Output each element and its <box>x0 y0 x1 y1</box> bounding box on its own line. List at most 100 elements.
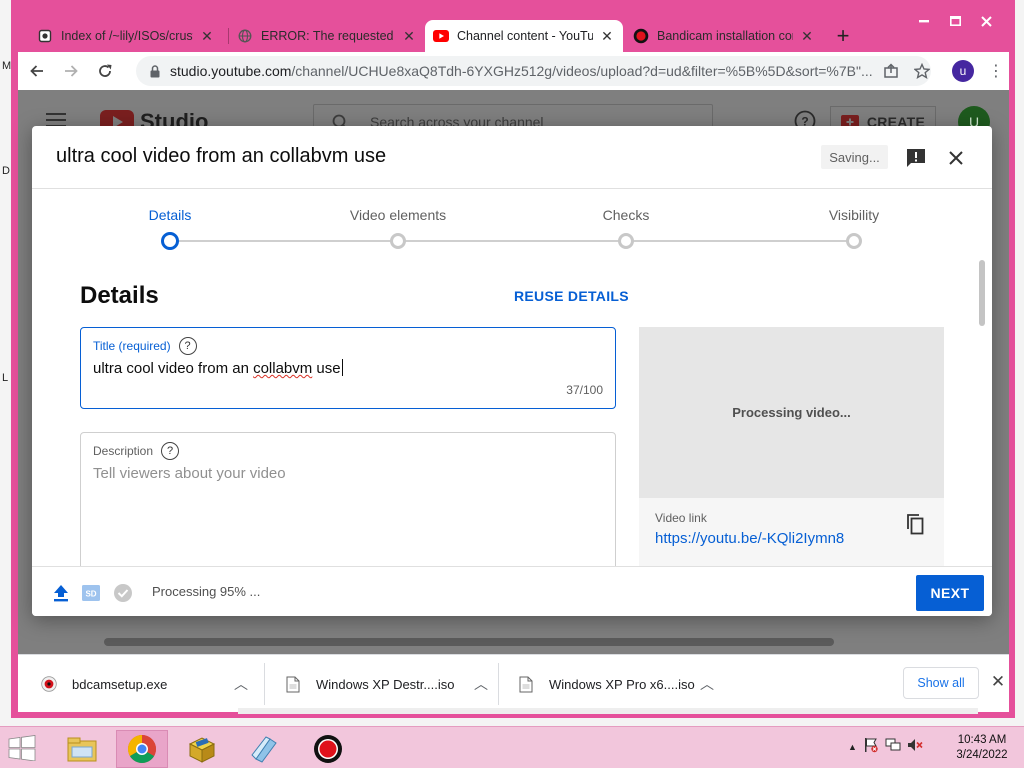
step-dot-video-elements[interactable] <box>390 233 406 249</box>
desktop-icon-label-fragment: L <box>2 372 9 384</box>
file-icon <box>517 675 535 693</box>
saving-status-badge: Saving... <box>821 145 888 169</box>
next-button[interactable]: NEXT <box>916 575 984 611</box>
download-filename: Windows XP Destr....iso <box>316 676 455 692</box>
preview-status: Processing video... <box>732 405 851 420</box>
tab-bandicam-installation[interactable]: Bandicam installation com ✕ <box>625 20 823 52</box>
upload-dialog: ultra cool video from an collabvm use Sa… <box>32 126 992 616</box>
download-filename: Windows XP Pro x6....iso <box>549 676 695 692</box>
download-item-bdcamsetup[interactable]: bdcamsetup.exe ︿ <box>40 655 254 713</box>
menu-kebab-icon[interactable]: ⋮ <box>986 59 1006 83</box>
chrome-taskbar-icon[interactable] <box>116 730 168 768</box>
network-icon[interactable] <box>885 737 901 756</box>
upload-icon <box>50 582 72 604</box>
bandicam-file-icon <box>40 675 58 693</box>
profile-avatar[interactable]: u <box>952 60 974 82</box>
step-checks[interactable]: Checks <box>603 207 650 223</box>
forward-button[interactable] <box>56 56 86 86</box>
tab-error-page[interactable]: ERROR: The requested UR ✕ <box>229 20 425 52</box>
help-icon[interactable]: ? <box>161 442 180 460</box>
title-value-start: ultra cool video from an <box>93 360 254 377</box>
reuse-details-button[interactable]: REUSE DETAILS <box>514 288 629 304</box>
dialog-header: ultra cool video from an collabvm use Sa… <box>32 126 992 189</box>
browser-toolbar: studio.youtube.com/channel/UCHUe8xaQ8Tdh… <box>18 52 1009 90</box>
step-dot-visibility[interactable] <box>846 233 862 249</box>
help-icon[interactable]: ? <box>178 337 197 355</box>
download-separator <box>498 663 499 705</box>
tab-index-of-isos[interactable]: Index of /~lily/ISOs/crust ✕ <box>29 20 223 52</box>
tab-channel-content[interactable]: Channel content - YouTub ✕ <box>425 20 623 52</box>
description-label-text: Description <box>93 444 154 458</box>
back-button[interactable] <box>22 56 52 86</box>
lock-icon <box>150 64 160 78</box>
chevron-up-icon[interactable]: ︿ <box>234 674 248 694</box>
text-cursor <box>341 359 343 376</box>
download-separator <box>264 663 265 705</box>
dialog-footer: SD Processing 95% ... NEXT <box>32 566 992 616</box>
step-video-elements[interactable]: Video elements <box>350 207 446 223</box>
address-bar[interactable]: studio.youtube.com/channel/UCHUe8xaQ8Tdh… <box>136 56 931 86</box>
volume-muted-icon[interactable] <box>907 737 923 756</box>
chevron-up-icon[interactable]: ︿ <box>700 674 714 694</box>
description-field[interactable]: Description ? Tell viewers about your vi… <box>80 432 616 566</box>
upload-stepper: Details Video elements Checks Visibility <box>32 190 992 260</box>
tab-label: Index of /~lily/ISOs/crust <box>61 29 193 43</box>
dialog-scrollbar[interactable] <box>979 260 985 326</box>
action-center-flag-icon[interactable] <box>863 737 879 756</box>
step-details[interactable]: Details <box>149 207 192 223</box>
bandicam-icon <box>633 28 649 44</box>
close-window-button[interactable] <box>971 10 1001 32</box>
tab-close-icon[interactable]: ✕ <box>799 28 815 44</box>
tray-expand-icon[interactable]: ▲ <box>848 742 857 752</box>
file-icon <box>284 675 302 693</box>
desktop-icon-label-fragment: M <box>2 60 12 72</box>
notepad-taskbar-icon[interactable] <box>238 730 290 768</box>
tab-close-icon[interactable]: ✕ <box>599 28 615 44</box>
taskbar-clock[interactable]: 10:43 AM 3/24/2022 <box>952 733 1012 763</box>
share-icon[interactable] <box>880 60 902 82</box>
bookmark-star-icon[interactable] <box>911 60 933 82</box>
video-link[interactable]: https://youtu.be/-KQli2Iymn8 <box>655 530 844 547</box>
download-item-xp-destr-iso[interactable]: Windows XP Destr....iso ︿ <box>284 655 498 713</box>
video-preview-area: Processing video... <box>639 327 944 498</box>
minimize-button[interactable] <box>909 10 939 32</box>
feedback-icon[interactable] <box>902 144 930 172</box>
step-dot-details[interactable] <box>161 232 179 250</box>
tab-close-icon[interactable]: ✕ <box>401 28 417 44</box>
new-tab-button[interactable]: + <box>831 23 855 48</box>
maximize-button[interactable] <box>940 10 970 32</box>
step-dot-checks[interactable] <box>618 233 634 249</box>
tab-close-icon[interactable]: ✕ <box>199 28 215 44</box>
description-placeholder: Tell viewers about your video <box>93 465 286 482</box>
windows-start-button[interactable] <box>8 735 38 762</box>
title-input[interactable]: ultra cool video from an collabvm use <box>93 359 343 377</box>
download-item-xp-pro-iso[interactable]: Windows XP Pro x6....iso ︿ <box>517 655 731 713</box>
system-tray: ▲ <box>848 737 923 756</box>
copy-icon[interactable] <box>903 512 927 536</box>
reload-button[interactable] <box>90 56 120 86</box>
title-field-label: Title (required) ? <box>93 337 197 355</box>
bandicam-taskbar-icon[interactable] <box>302 730 354 768</box>
installer-taskbar-icon[interactable] <box>176 730 228 768</box>
downloads-scroll-track <box>238 708 978 714</box>
dialog-title: ultra cool video from an collabvm use <box>56 145 387 167</box>
show-all-downloads-button[interactable]: Show all <box>903 667 979 699</box>
chevron-up-icon[interactable]: ︿ <box>474 674 488 694</box>
description-field-label: Description ? <box>93 442 180 460</box>
title-character-count: 37/100 <box>566 383 603 397</box>
title-field[interactable]: Title (required) ? ultra cool video from… <box>80 327 616 409</box>
stepper-track <box>178 240 856 242</box>
downloads-bar: bdcamsetup.exe ︿ Windows XP Destr....iso… <box>18 654 1009 712</box>
url-domain: studio.youtube.com <box>170 63 292 79</box>
page-horizontal-scrollbar[interactable] <box>104 638 834 646</box>
close-icon[interactable] <box>942 144 970 172</box>
browser-titlebar: Index of /~lily/ISOs/crust ✕ ERROR: The … <box>11 0 1015 52</box>
youtube-icon <box>433 28 449 44</box>
step-visibility[interactable]: Visibility <box>829 207 879 223</box>
clock-time: 10:43 AM <box>957 734 1007 746</box>
close-downloads-bar-icon[interactable]: ✕ <box>988 671 1008 693</box>
processing-status: Processing 95% ... <box>152 584 261 599</box>
checks-complete-icon <box>112 582 134 604</box>
desktop-icon-label-fragment: D <box>2 165 10 177</box>
file-explorer-taskbar-icon[interactable] <box>56 730 108 768</box>
